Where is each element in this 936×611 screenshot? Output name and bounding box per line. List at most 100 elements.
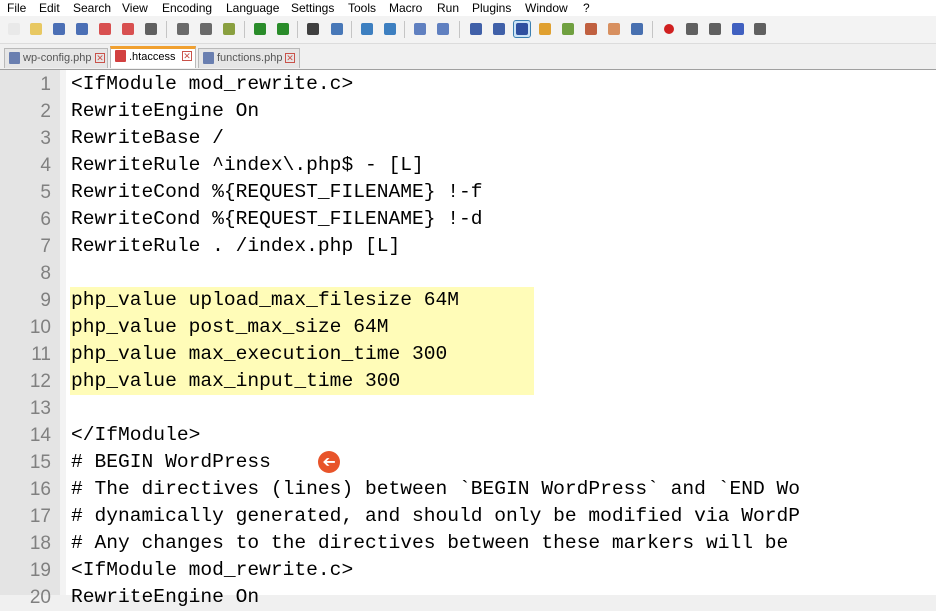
code-line[interactable]: 13	[0, 395, 936, 422]
code-line[interactable]: 12 php_value max_input_time 300	[0, 368, 936, 395]
tab-wp-config[interactable]: wp-config.php ✕	[4, 48, 108, 68]
line-number: 13	[29, 398, 51, 419]
copy-icon[interactable]	[198, 21, 214, 37]
run-macro-multiple-icon[interactable]	[730, 21, 746, 37]
menu-help[interactable]: ?	[583, 0, 590, 16]
code-line[interactable]: 10 php_value post_max_size 64M	[0, 314, 936, 341]
line-text: RewriteEngine On	[71, 586, 260, 608]
menu-settings[interactable]: Settings	[291, 0, 334, 16]
line-number: 3	[40, 128, 51, 149]
paste-icon[interactable]	[221, 21, 237, 37]
record-macro-icon-glyph	[664, 24, 674, 34]
redo-icon-glyph	[277, 23, 289, 35]
zoom-in-icon-glyph	[361, 23, 373, 35]
find-icon[interactable]	[305, 21, 321, 37]
code-line[interactable]: 9 php_value upload_max_filesize 64M	[0, 287, 936, 314]
menu-bar: File Edit Search View Encoding Language …	[0, 0, 936, 16]
code-line[interactable]: 1 <IfModule mod_rewrite.c>	[0, 71, 936, 98]
tab-htaccess[interactable]: .htaccess ✕	[110, 46, 196, 68]
stop-record-icon[interactable]	[684, 21, 700, 37]
folder-workspace-icon[interactable]	[606, 21, 622, 37]
sync-horizontal-icon-glyph	[437, 23, 449, 35]
monitoring-icon[interactable]	[629, 21, 645, 37]
line-text: <IfModule mod_rewrite.c>	[71, 73, 354, 95]
close-icon[interactable]: ✕	[285, 53, 295, 63]
save-all-icon-glyph	[76, 23, 88, 35]
save-all-icon[interactable]	[74, 21, 90, 37]
code-line[interactable]: 3 RewriteBase /	[0, 125, 936, 152]
line-text: RewriteRule . /index.php [L]	[71, 235, 401, 257]
record-macro-icon[interactable]	[661, 21, 677, 37]
line-number: 19	[29, 560, 51, 581]
close-all-icon[interactable]	[120, 21, 136, 37]
line-number: 16	[29, 479, 51, 500]
replace-icon-glyph	[331, 23, 343, 35]
show-all-chars-icon[interactable]	[491, 21, 507, 37]
tab-functions[interactable]: functions.php ✕	[198, 48, 300, 68]
code-line[interactable]: 20 RewriteEngine On	[0, 584, 936, 611]
zoom-out-icon[interactable]	[382, 21, 398, 37]
word-wrap-icon[interactable]	[468, 21, 484, 37]
line-number: 14	[29, 425, 51, 446]
function-list-icon[interactable]	[583, 21, 599, 37]
code-line[interactable]: 15 # BEGIN WordPress ➔	[0, 449, 936, 476]
menu-language[interactable]: Language	[226, 0, 279, 16]
code-line[interactable]: 18 # Any changes to the directives betwee…	[0, 530, 936, 557]
code-line[interactable]: 11 php_value max_execution_time 300	[0, 341, 936, 368]
file-icon	[115, 50, 126, 62]
line-text: # The directives (lines) between `BEGIN …	[71, 478, 801, 500]
menu-edit[interactable]: Edit	[39, 0, 60, 16]
indent-guide-icon-glyph	[516, 23, 528, 35]
sync-vertical-icon[interactable]	[412, 21, 428, 37]
menu-plugins[interactable]: Plugins	[472, 0, 511, 16]
indent-guide-icon[interactable]	[513, 20, 531, 38]
menu-view[interactable]: View	[122, 0, 148, 16]
language-define-icon[interactable]	[537, 21, 553, 37]
code-line[interactable]: 6 RewriteCond %{REQUEST_FILENAME} !-d	[0, 206, 936, 233]
code-line[interactable]: 7 RewriteRule . /index.php [L]	[0, 233, 936, 260]
print-icon[interactable]	[143, 21, 159, 37]
menu-window[interactable]: Window	[525, 0, 568, 16]
close-icon[interactable]: ✕	[182, 51, 192, 61]
play-macro-icon[interactable]	[707, 21, 723, 37]
redo-icon[interactable]	[275, 21, 291, 37]
sync-vertical-icon-glyph	[414, 23, 426, 35]
menu-tools[interactable]: Tools	[348, 0, 376, 16]
save-macro-icon[interactable]	[752, 21, 768, 37]
line-number: 10	[29, 317, 51, 338]
menu-search[interactable]: Search	[73, 0, 111, 16]
run-macro-multiple-icon-glyph	[732, 23, 744, 35]
line-number: 8	[40, 263, 51, 284]
line-text: RewriteRule ^index\.php$ - [L]	[71, 154, 424, 176]
code-line[interactable]: 4 RewriteRule ^index\.php$ - [L]	[0, 152, 936, 179]
zoom-in-icon[interactable]	[359, 21, 375, 37]
close-icon[interactable]: ✕	[95, 53, 105, 63]
line-text: RewriteBase /	[71, 127, 224, 149]
code-line[interactable]: 19 <IfModule mod_rewrite.c>	[0, 557, 936, 584]
code-line[interactable]: 5 RewriteCond %{REQUEST_FILENAME} !-f	[0, 179, 936, 206]
cut-icon[interactable]	[175, 21, 191, 37]
line-text: RewriteEngine On	[71, 100, 260, 122]
code-line[interactable]: 16 # The directives (lines) between `BEGI…	[0, 476, 936, 503]
code-line[interactable]: 17 # dynamically generated, and should on…	[0, 503, 936, 530]
code-line[interactable]: 2 RewriteEngine On	[0, 98, 936, 125]
doc-map-icon[interactable]	[560, 21, 576, 37]
open-file-icon[interactable]	[28, 21, 44, 37]
menu-run[interactable]: Run	[437, 0, 459, 16]
close-icon[interactable]	[97, 21, 113, 37]
folder-workspace-icon-glyph	[608, 23, 620, 35]
code-editor[interactable]: 1 <IfModule mod_rewrite.c> 2 RewriteEngine …	[0, 69, 936, 608]
save-icon[interactable]	[51, 21, 67, 37]
word-wrap-icon-glyph	[470, 23, 482, 35]
menu-encoding[interactable]: Encoding	[162, 0, 212, 16]
new-file-icon[interactable]	[6, 21, 22, 37]
sync-horizontal-icon[interactable]	[435, 21, 451, 37]
undo-icon[interactable]	[252, 21, 268, 37]
menu-macro[interactable]: Macro	[389, 0, 422, 16]
toolbar-separator	[652, 21, 653, 38]
tab-label: wp-config.php	[23, 52, 92, 64]
code-line[interactable]: 8	[0, 260, 936, 287]
replace-icon[interactable]	[329, 21, 345, 37]
menu-file[interactable]: File	[7, 0, 26, 16]
code-line[interactable]: 14 </IfModule>	[0, 422, 936, 449]
